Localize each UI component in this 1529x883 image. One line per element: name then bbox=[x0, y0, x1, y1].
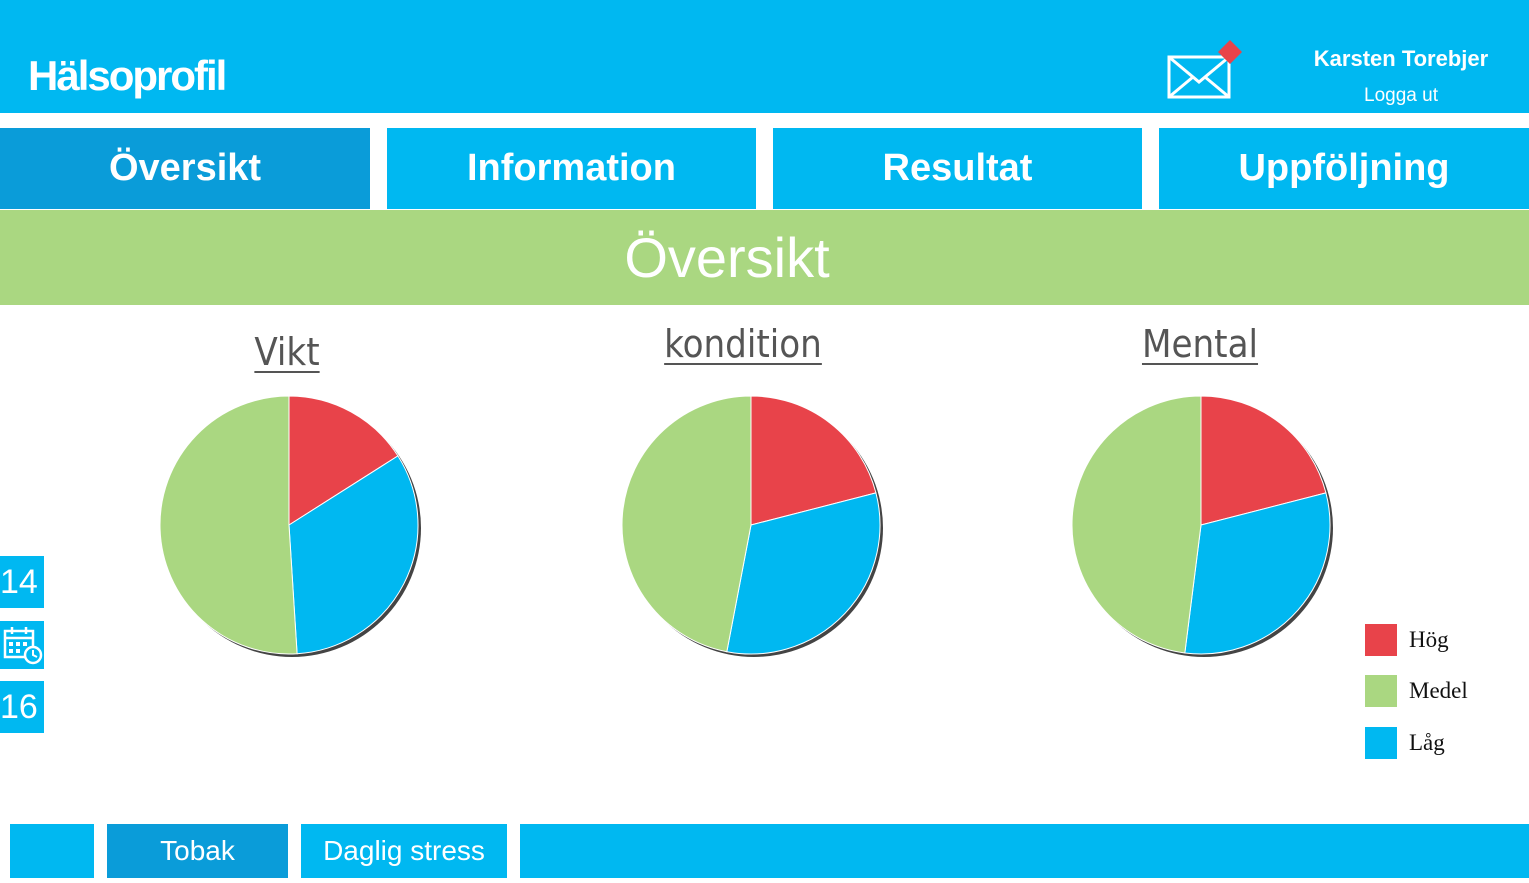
bottom-tab-separator bbox=[288, 824, 301, 878]
bottom-tab-daglig-stress[interactable]: Daglig stress bbox=[301, 824, 507, 878]
side-number-top-label: 14 bbox=[0, 562, 38, 601]
side-number-bottom-label: 16 bbox=[0, 687, 38, 726]
legend-label-lag: Låg bbox=[1409, 730, 1445, 755]
pie-slice-vikt-medel bbox=[159, 395, 298, 655]
bottom-tab-separator bbox=[507, 824, 520, 878]
legend-label-medel: Medel bbox=[1409, 678, 1468, 703]
legend-label-hog: Hög bbox=[1409, 627, 1449, 652]
side-number-bottom[interactable]: 16 bbox=[0, 681, 44, 733]
legend-item-lag: Låg bbox=[1365, 726, 1445, 760]
bottom-tab-separator bbox=[94, 824, 107, 878]
legend-item-hog: Hög bbox=[1365, 623, 1449, 657]
calendar-button[interactable] bbox=[0, 621, 44, 669]
legend-swatch-lag bbox=[1365, 727, 1397, 759]
legend-swatch-hog bbox=[1365, 624, 1397, 656]
bottom-tab-tobak[interactable]: Tobak bbox=[107, 824, 288, 878]
pie-slice-mental-medel bbox=[1071, 395, 1202, 654]
legend-swatch-medel bbox=[1365, 675, 1397, 707]
legend-item-medel: Medel bbox=[1365, 674, 1468, 708]
side-number-top[interactable]: 14 bbox=[0, 556, 44, 608]
calendar-clock-icon bbox=[3, 627, 43, 665]
pie-slice-kondition-medel bbox=[621, 395, 752, 653]
pie-charts bbox=[159, 395, 1333, 657]
